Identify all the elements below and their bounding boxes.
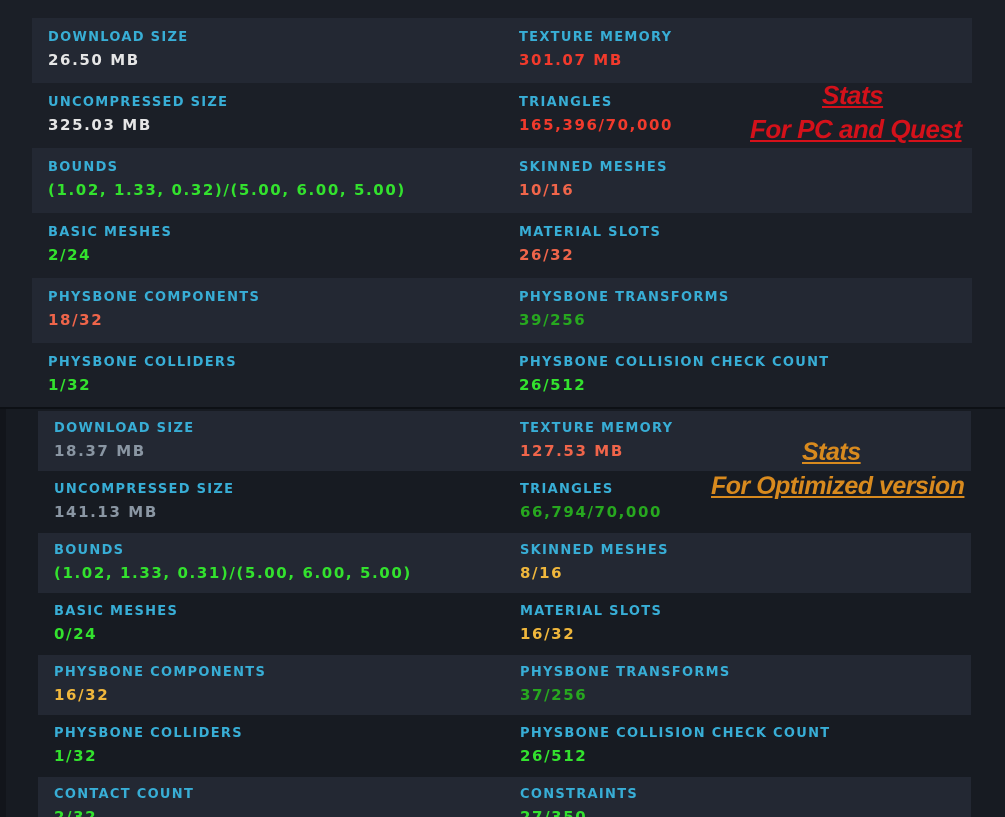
- stats-row: PHYSBONE COLLIDERS 1/32 PHYSBONE COLLISION…: [32, 343, 972, 407]
- stat-label: DOWNLOAD SIZE: [48, 30, 189, 45]
- stat-physbone-transforms: PHYSBONE TRANSFORMS 37/256: [520, 665, 731, 704]
- stat-value: 39/256: [519, 311, 587, 329]
- stat-bounds: BOUNDS (1.02, 1.33, 0.31)/(5.00, 6.00, 5.…: [54, 543, 412, 582]
- stat-label: BOUNDS: [48, 160, 119, 175]
- stat-bounds: BOUNDS (1.02, 1.33, 0.32)/(5.00, 6.00, 5.…: [48, 160, 406, 199]
- stat-label: PHYSBONE COMPONENTS: [54, 665, 267, 680]
- stat-material-slots: MATERIAL SLOTS 16/32: [520, 604, 662, 643]
- stat-physbone-components: PHYSBONE COMPONENTS 18/32: [48, 290, 260, 329]
- stat-download-size: DOWNLOAD SIZE 18.37 MB: [54, 421, 194, 460]
- stat-value: 27/350: [520, 808, 588, 817]
- stat-label: PHYSBONE COLLISION CHECK COUNT: [520, 726, 831, 741]
- stat-label: TRIANGLES: [519, 95, 613, 110]
- stat-label: MATERIAL SLOTS: [520, 604, 663, 619]
- stat-label: BASIC MESHES: [48, 225, 173, 240]
- stat-constraints: CONSTRAINTS 27/350: [520, 787, 638, 817]
- stat-material-slots: MATERIAL SLOTS 26/32: [519, 225, 661, 264]
- stat-label: TEXTURE MEMORY: [519, 30, 673, 45]
- stat-label: BOUNDS: [54, 543, 125, 558]
- optimized-stats-panel: CONTACT COUNT 2/32 CONSTRAINTS 27/350 PHYSBO…: [0, 407, 1005, 817]
- stat-label: PHYSBONE TRANSFORMS: [519, 290, 730, 305]
- stats-annotation-subtitle: For PC and Quest: [750, 114, 962, 144]
- stat-label: PHYSBONE COLLIDERS: [48, 355, 237, 370]
- stat-texture-memory: TEXTURE MEMORY 301.07 MB: [519, 30, 672, 69]
- stat-label: PHYSBONE COLLISION CHECK COUNT: [519, 355, 830, 370]
- stat-value: 301.07 MB: [519, 51, 623, 69]
- stat-label: TRIANGLES: [520, 482, 614, 497]
- stat-uncompressed-size: UNCOMPRESSED SIZE 325.03 MB: [48, 95, 228, 134]
- stats-row: CONTACT COUNT 2/32 CONSTRAINTS 27/350: [38, 777, 971, 817]
- stats-row: PHYSBONE COLLIDERS 1/32 PHYSBONE COLLISION…: [38, 716, 971, 776]
- stat-label: UNCOMPRESSED SIZE: [48, 95, 229, 110]
- stat-value: 8/16: [520, 564, 564, 582]
- stat-physbone-components: PHYSBONE COMPONENTS 16/32: [54, 665, 266, 704]
- stat-label: PHYSBONE COLLIDERS: [54, 726, 243, 741]
- stat-triangles: TRIANGLES 165,396/70,000: [519, 95, 673, 134]
- stat-physbone-colliders: PHYSBONE COLLIDERS 1/32: [54, 726, 243, 765]
- stat-label: CONSTRAINTS: [520, 787, 639, 802]
- stats-row: PHYSBONE COMPONENTS 18/32 PHYSBONE TRANSFO…: [32, 278, 972, 343]
- stat-label: PHYSBONE TRANSFORMS: [520, 665, 731, 680]
- stat-value: 1/32: [54, 747, 98, 765]
- stat-label: SKINNED MESHES: [520, 543, 669, 558]
- stats-annotation-title: Stats: [822, 80, 884, 110]
- stat-value: 165,396/70,000: [519, 116, 674, 134]
- stats-annotation-subtitle: For Optimized version: [711, 472, 965, 500]
- stat-value: 26/32: [519, 246, 575, 264]
- stat-value: 26/512: [519, 376, 587, 394]
- stats-row: BASIC MESHES 0/24 MATERIAL SLOTS 16/32: [38, 594, 971, 654]
- stat-triangles: TRIANGLES 66,794/70,000: [520, 482, 662, 521]
- stats-annotation-title: Stats: [802, 438, 861, 466]
- stats-row: PHYSBONE COMPONENTS 16/32 PHYSBONE TRANSFO…: [38, 655, 971, 715]
- stat-value: 37/256: [520, 686, 588, 704]
- stat-skinned-meshes: SKINNED MESHES 8/16: [520, 543, 669, 582]
- stat-download-size: DOWNLOAD SIZE 26.50 MB: [48, 30, 188, 69]
- stat-value: (1.02, 1.33, 0.32)/(5.00, 6.00, 5.00): [48, 181, 406, 199]
- stat-value: 16/32: [54, 686, 110, 704]
- stat-texture-memory: TEXTURE MEMORY 127.53 MB: [520, 421, 673, 460]
- stats-row: BOUNDS (1.02, 1.33, 0.32)/(5.00, 6.00, 5.…: [32, 148, 972, 213]
- stat-value: 127.53 MB: [520, 442, 624, 460]
- stats-row: BOUNDS (1.02, 1.33, 0.31)/(5.00, 6.00, 5.…: [38, 533, 971, 593]
- panel-edge-strip: [0, 409, 6, 817]
- stat-label: UNCOMPRESSED SIZE: [54, 482, 235, 497]
- stat-label: TEXTURE MEMORY: [520, 421, 674, 436]
- stat-value: 141.13 MB: [54, 503, 158, 521]
- stat-value: 18/32: [48, 311, 104, 329]
- stats-row: DOWNLOAD SIZE 26.50 MB TEXTURE MEMORY 301.0…: [32, 18, 972, 83]
- stat-physbone-collision-check-count: PHYSBONE COLLISION CHECK COUNT 26/512: [519, 355, 829, 394]
- stat-value: 18.37 MB: [54, 442, 146, 460]
- stat-value: 26.50 MB: [48, 51, 140, 69]
- stat-value: 10/16: [519, 181, 575, 199]
- stat-value: 0/24: [54, 625, 98, 643]
- stat-label: BASIC MESHES: [54, 604, 179, 619]
- stat-label: CONTACT COUNT: [54, 787, 195, 802]
- stat-label: SKINNED MESHES: [519, 160, 668, 175]
- stat-value: (1.02, 1.33, 0.31)/(5.00, 6.00, 5.00): [54, 564, 412, 582]
- stat-label: PHYSBONE COMPONENTS: [48, 290, 261, 305]
- stat-basic-meshes: BASIC MESHES 0/24: [54, 604, 178, 643]
- stat-value: 16/32: [520, 625, 576, 643]
- stat-uncompressed-size: UNCOMPRESSED SIZE 141.13 MB: [54, 482, 234, 521]
- stat-value: 2/32: [54, 808, 98, 817]
- stat-physbone-colliders: PHYSBONE COLLIDERS 1/32: [48, 355, 237, 394]
- stat-physbone-collision-check-count: PHYSBONE COLLISION CHECK COUNT 26/512: [520, 726, 830, 765]
- stat-basic-meshes: BASIC MESHES 2/24: [48, 225, 172, 264]
- stats-row: BASIC MESHES 2/24 MATERIAL SLOTS 26/32: [32, 213, 972, 278]
- stat-value: 2/24: [48, 246, 92, 264]
- stat-label: MATERIAL SLOTS: [519, 225, 662, 240]
- stat-value: 66,794/70,000: [520, 503, 663, 521]
- stat-label: DOWNLOAD SIZE: [54, 421, 195, 436]
- stat-skinned-meshes: SKINNED MESHES 10/16: [519, 160, 668, 199]
- stat-physbone-transforms: PHYSBONE TRANSFORMS 39/256: [519, 290, 730, 329]
- stat-value: 1/32: [48, 376, 92, 394]
- pc-quest-stats-panel: PHYSBONE COLLIDERS 1/32 PHYSBONE COLLISION…: [0, 0, 1005, 407]
- stat-value: 26/512: [520, 747, 588, 765]
- stat-value: 325.03 MB: [48, 116, 152, 134]
- stat-contact-count: CONTACT COUNT 2/32: [54, 787, 194, 817]
